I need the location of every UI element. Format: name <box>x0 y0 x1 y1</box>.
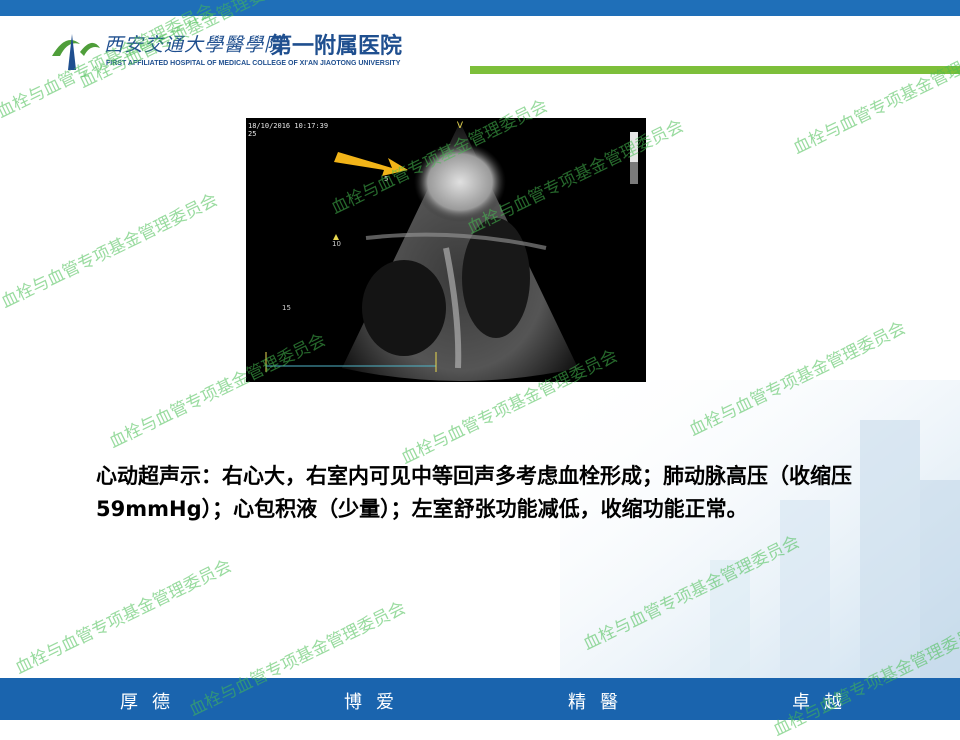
motto-item: 精醫 <box>568 692 632 713</box>
top-bar <box>0 0 960 16</box>
depth-label: 5 <box>384 175 388 183</box>
yellow-arrow-icon <box>334 152 408 176</box>
depth-label: 15 <box>282 304 291 312</box>
ultrasound-scan: V 5 10 15 <box>265 121 638 381</box>
watermark-text: 血栓与血管专项基金管理委员会 <box>12 556 235 679</box>
header-rule <box>470 66 960 74</box>
scan-timestamp: 18/10/2016 10:17:39 <box>248 122 329 130</box>
header: 西安交通大學醫學院 第一附属医院 FIRST AFFILIATED HOSPIT… <box>0 16 960 76</box>
background-decoration <box>560 380 960 680</box>
motto-item: 卓越 <box>792 692 856 713</box>
top-marker: V <box>457 121 464 131</box>
echocardiogram-image: V 5 10 15 18/10/2016 10:17:39 25 <box>246 118 646 382</box>
hospital-logo-icon <box>52 34 100 70</box>
watermark-text: 血栓与血管专项基金管理委员会 <box>0 190 221 313</box>
hospital-english-name: FIRST AFFILIATED HOSPITAL OF MEDICAL COL… <box>106 60 401 67</box>
motto-item: 博爱 <box>344 692 408 713</box>
frame-label: 25 <box>248 130 257 138</box>
depth-label: 10 <box>332 240 341 248</box>
hospital-name: 第一附属医院 <box>270 34 403 59</box>
university-name: 西安交通大學醫學院 <box>104 34 285 56</box>
findings-caption: 心动超声示：右心大，右室内可见中等回声多考虑血栓形成；肺动脉高压（收缩压59mm… <box>96 464 852 521</box>
footer: 厚德 博爱 精醫 卓越 <box>0 678 960 720</box>
motto-item: 厚德 <box>120 692 184 713</box>
